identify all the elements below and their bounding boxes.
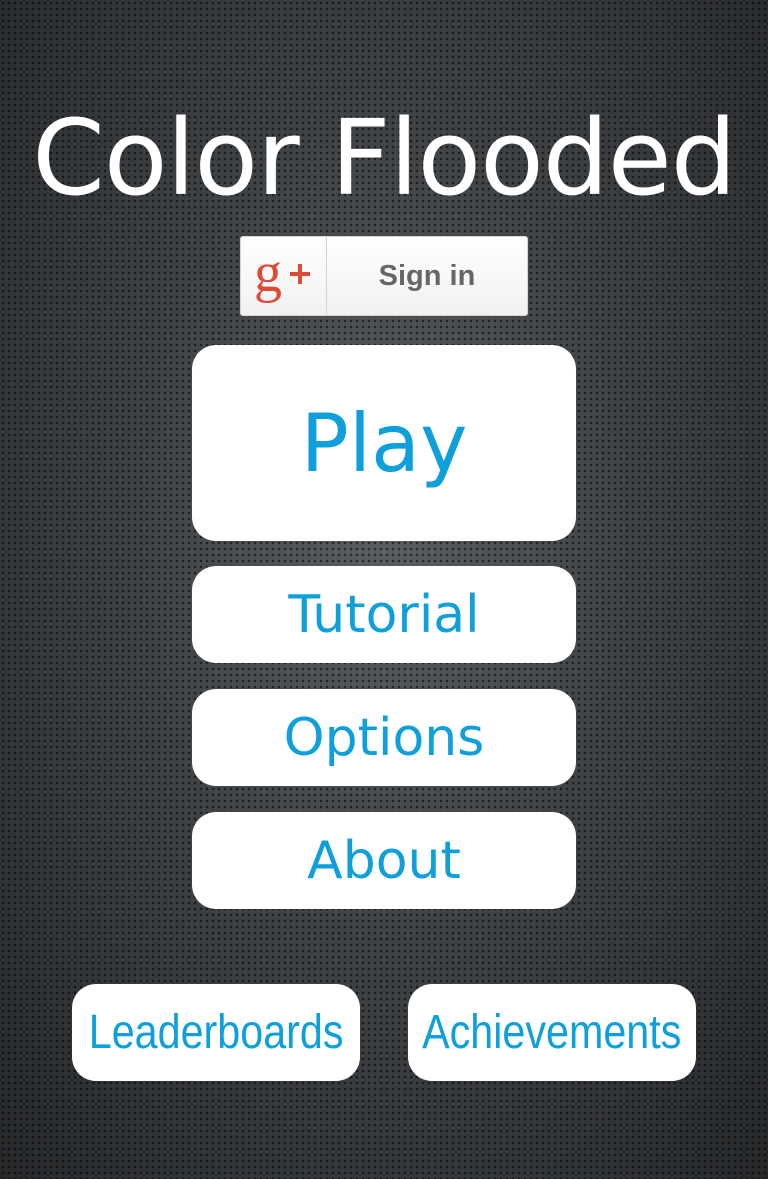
play-label: Play (300, 396, 468, 490)
options-button[interactable]: Options (192, 689, 576, 786)
app-title: Color Flooded (32, 97, 737, 219)
google-plus-icon: g (241, 237, 327, 315)
options-label: Options (283, 707, 485, 768)
svg-text:g: g (254, 247, 282, 304)
achievements-button[interactable]: Achievements (408, 984, 696, 1081)
leaderboards-label: Leaderboards (88, 1006, 344, 1059)
google-plus-signin-button[interactable]: g Sign in (240, 236, 528, 316)
tutorial-button[interactable]: Tutorial (192, 566, 576, 663)
leaderboards-button[interactable]: Leaderboards (72, 984, 360, 1081)
signin-label: Sign in (378, 259, 476, 292)
achievements-label: Achievements (422, 1006, 682, 1059)
about-label: About (307, 830, 461, 891)
about-button[interactable]: About (192, 812, 576, 909)
play-button[interactable]: Play (192, 345, 576, 541)
tutorial-label: Tutorial (288, 584, 480, 645)
